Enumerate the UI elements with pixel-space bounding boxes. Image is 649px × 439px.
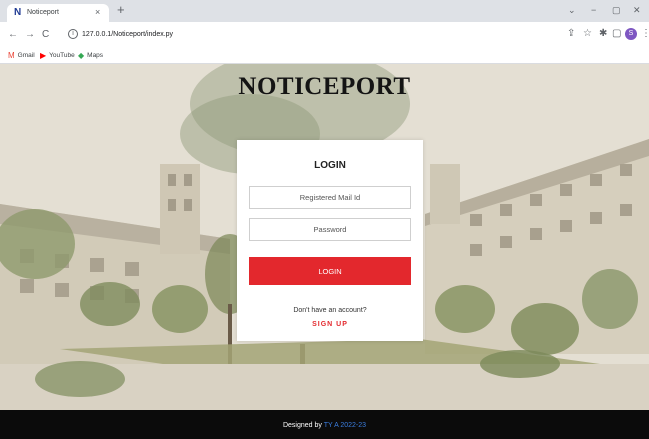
address-bar[interactable]: i 127.0.0.1/Noticeport/index.py <box>61 25 555 45</box>
page-viewport: NOTICEPORT LOGIN LOGIN Don't have an acc… <box>0 64 649 410</box>
footer-prefix: Designed by <box>282 422 324 429</box>
youtube-icon: ▶ <box>40 51 47 60</box>
close-window-icon[interactable]: ✕ <box>633 4 641 16</box>
new-tab-button[interactable]: + <box>117 3 125 17</box>
page-footer: Designed by TY A 2022-23 <box>0 410 649 439</box>
tab-title: Noticeport <box>27 9 59 16</box>
maps-icon: ◆ <box>78 51 85 60</box>
gmail-icon: M <box>8 51 15 60</box>
login-button[interactable]: LOGIN <box>249 257 411 285</box>
footer-text: Designed by TY A 2022-23 <box>0 421 649 430</box>
bookmark-star-icon[interactable]: ☆ <box>583 28 592 40</box>
no-account-text: Don't have an account? <box>293 307 367 314</box>
footer-credit: TY A 2022-23 <box>323 422 367 429</box>
close-tab-icon[interactable]: × <box>95 7 100 17</box>
email-field[interactable] <box>249 186 411 209</box>
browser-tab[interactable]: N Noticeport × <box>7 4 109 22</box>
share-icon[interactable]: ⇪ <box>567 28 575 40</box>
bookmark-label: Maps <box>87 52 104 59</box>
bookmark-label: YouTube <box>49 52 75 59</box>
profile-avatar[interactable]: S <box>625 28 637 40</box>
password-field[interactable] <box>249 218 411 241</box>
bookmark-youtube[interactable]: ▶ YouTube <box>40 50 75 62</box>
url-text[interactable]: 127.0.0.1/Noticeport/index.py <box>82 30 173 40</box>
site-info-icon[interactable]: i <box>68 29 78 39</box>
bookmark-gmail[interactable]: M Gmail <box>8 50 35 62</box>
signup-link[interactable]: SIGN UP <box>237 320 423 330</box>
tab-search-icon[interactable]: ⌄ <box>568 4 576 16</box>
login-heading: LOGIN <box>314 160 346 171</box>
forward-icon[interactable]: → <box>25 29 35 41</box>
browser-toolbar: ← → C i 127.0.0.1/Noticeport/index.py ⇪ … <box>0 22 649 48</box>
bookmark-label: Gmail <box>17 52 35 59</box>
bookmarks-bar: M Gmail ▶ YouTube ◆ Maps <box>0 48 649 64</box>
minimize-icon[interactable]: − <box>591 4 596 16</box>
side-panel-icon[interactable]: ▢ <box>612 28 621 40</box>
page-title: NOTICEPORT <box>238 73 411 100</box>
maximize-icon[interactable]: ▢ <box>612 4 621 16</box>
noticeport-favicon-icon: N <box>14 7 22 18</box>
menu-kebab-icon[interactable]: ⋮ <box>641 28 649 40</box>
login-card: LOGIN LOGIN Don't have an account? SIGN … <box>237 140 423 341</box>
extensions-icon[interactable]: ✱ <box>599 28 607 40</box>
reload-icon[interactable]: C <box>42 29 49 41</box>
bookmark-maps[interactable]: ◆ Maps <box>78 50 103 62</box>
browser-tab-strip: N Noticeport × + ⌄ − ▢ ✕ <box>0 0 649 22</box>
back-icon[interactable]: ← <box>8 29 18 41</box>
